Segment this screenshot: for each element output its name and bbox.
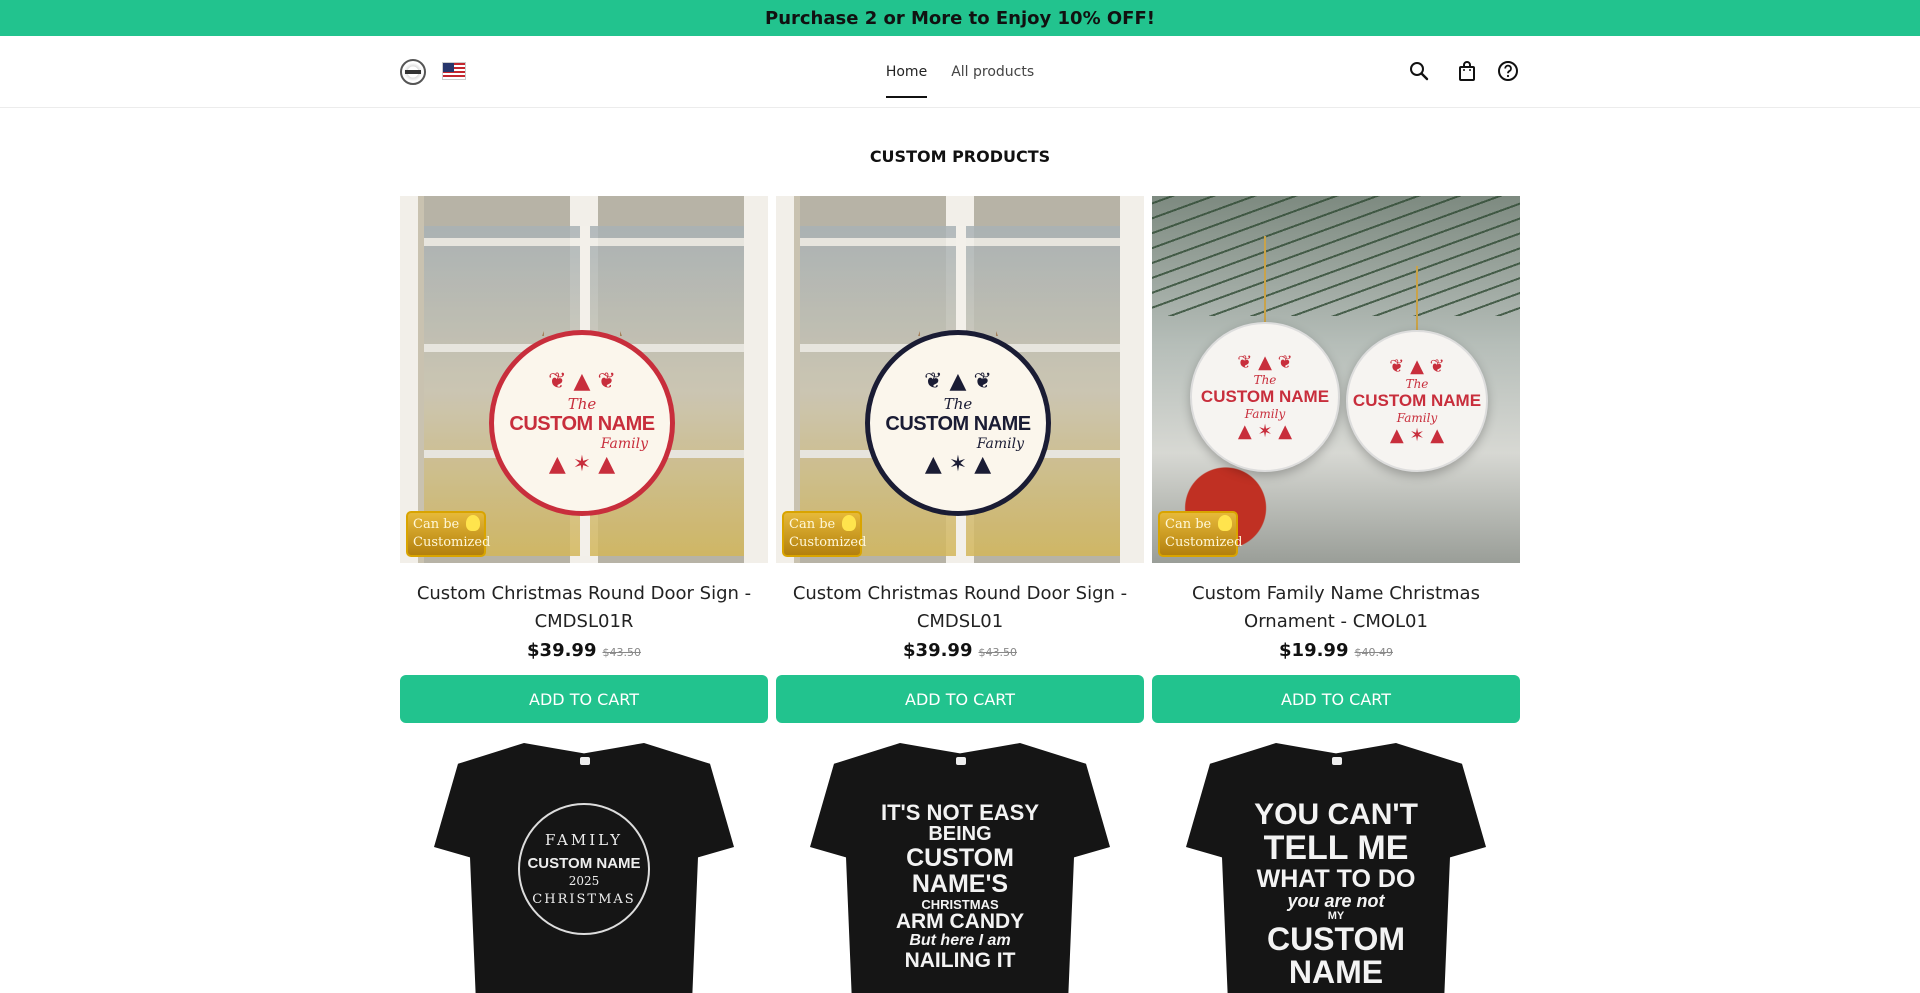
print-text: YOU CAN'T <box>1254 798 1418 831</box>
lightbulb-icon <box>842 515 856 531</box>
print-text: 2025 <box>568 874 600 888</box>
art-name-text: CUSTOM NAME <box>1352 391 1482 410</box>
print-text: CHRISTMAS <box>921 896 999 912</box>
sale-price: $39.99 <box>527 640 597 661</box>
art-text: The <box>943 394 973 413</box>
reindeer-tree-decoration: ❦ ▲ ❦ <box>924 368 992 394</box>
art-text: The <box>1405 377 1429 391</box>
tree-decoration: ▲ ✶ ▲ <box>1237 421 1293 442</box>
badge-text: Customized <box>789 535 867 550</box>
print-text: BEING <box>928 823 992 846</box>
door-sign-art: ❦ ▲ ❦ The CUSTOM NAME Family ▲ ✶ ▲ <box>489 330 675 516</box>
product-title[interactable]: Custom Family Name Christmas Ornament - … <box>1152 580 1520 636</box>
rope-hanger <box>542 236 622 336</box>
print-text: you are not <box>1287 891 1385 912</box>
product-grid: ❦ ▲ ❦ The CUSTOM NAME Family ▲ ✶ ▲ Can b… <box>400 196 1520 993</box>
nav-all-products[interactable]: All products <box>951 56 1034 88</box>
product-card: YOU CAN'T TELL ME WHAT TO DO you are not… <box>1152 739 1520 993</box>
rope-hanger <box>918 236 998 336</box>
tree-decoration: ▲ ✶ ▲ <box>548 451 616 477</box>
tshirt-tag <box>580 757 590 765</box>
pine-branch <box>1152 196 1520 316</box>
help-icon[interactable] <box>1497 60 1519 82</box>
print-text: WHAT TO DO <box>1256 865 1416 894</box>
door-sign-art: ❦ ▲ ❦ The CUSTOM NAME Family ▲ ✶ ▲ <box>865 330 1051 516</box>
lightbulb-icon <box>1218 515 1232 531</box>
ornament-art: ❦ ▲ ❦ The CUSTOM NAME Family ▲ ✶ ▲ <box>1346 330 1488 472</box>
art-text: Family <box>976 435 1024 452</box>
product-card: ❦ ▲ ❦ The CUSTOM NAME Family ▲ ✶ ▲ Can b… <box>400 196 768 723</box>
add-to-cart-button[interactable]: ADD TO CART <box>1152 675 1520 723</box>
product-card: IT'S NOT EASY BEING CUSTOM NAME'S CHRIST… <box>776 739 1144 993</box>
tshirt-tag <box>956 757 966 765</box>
section-title: CUSTOM PRODUCTS <box>869 147 1051 166</box>
reindeer-tree-decoration: ❦ ▲ ❦ <box>548 368 616 394</box>
badge-text: Customized <box>413 535 491 550</box>
reindeer-tree-decoration: ❦ ▲ ❦ <box>1237 352 1293 373</box>
product-price: $19.99 $40.49 <box>1152 637 1520 665</box>
tshirt-print: YOU CAN'T TELL ME WHAT TO DO you are not… <box>1236 799 1436 990</box>
art-text: Family <box>1396 411 1438 425</box>
announcement-text: Purchase 2 or More to Enjoy 10% OFF! <box>765 7 1155 29</box>
art-text: Family <box>600 435 648 452</box>
sale-price: $39.99 <box>903 640 973 661</box>
tree-decoration: ▲ ✶ ▲ <box>1389 425 1445 446</box>
print-text: ARM CANDY <box>895 910 1025 934</box>
product-title[interactable]: Custom Christmas Round Door Sign - CMDSL… <box>400 580 768 636</box>
art-name-text: CUSTOM NAME <box>509 412 655 435</box>
art-text: The <box>567 394 597 413</box>
site-header: Home All products <box>0 36 1920 108</box>
product-image[interactable]: YOU CAN'T TELL ME WHAT TO DO you are not… <box>1152 739 1520 993</box>
art-text: Family <box>1244 407 1286 421</box>
main-nav: Home All products <box>0 36 1920 108</box>
badge-text: Customized <box>1165 535 1243 550</box>
ornament-string <box>1264 236 1266 324</box>
header-icons <box>1408 60 1519 82</box>
ornament-art: ❦ ▲ ❦ The CUSTOM NAME Family ▲ ✶ ▲ <box>1190 322 1340 472</box>
ornament-string <box>1416 266 1418 332</box>
customizable-badge: Can be Customized <box>782 511 867 557</box>
product-image[interactable]: IT'S NOT EASY BEING CUSTOM NAME'S CHRIST… <box>776 739 1144 993</box>
product-card: FAMILY CUSTOM NAME 2025 CHRISTMAS <box>400 739 768 993</box>
customizable-badge: Can be Customized <box>1158 511 1243 557</box>
customizable-badge: Can be Customized <box>406 511 491 557</box>
product-price: $39.99 $43.50 <box>776 637 1144 665</box>
print-text: IT'S NOT EASY <box>880 800 1040 825</box>
print-text: NAILING IT <box>904 949 1016 973</box>
product-image[interactable]: FAMILY CUSTOM NAME 2025 CHRISTMAS <box>400 739 768 993</box>
print-text: TELL ME <box>1263 828 1409 867</box>
product-price: $39.99 $43.50 <box>400 637 768 665</box>
print-text: FAMILY <box>544 831 624 849</box>
compare-price: $43.50 <box>978 646 1017 659</box>
tshirt-tag <box>1332 757 1342 765</box>
print-text: CUSTOM NAME'S <box>906 844 1014 899</box>
art-name-text: CUSTOM NAME <box>885 412 1031 435</box>
product-card: ❦ ▲ ❦ The CUSTOM NAME Family ▲ ✶ ▲ ❦ ▲ ❦… <box>1152 196 1520 723</box>
product-image[interactable]: ❦ ▲ ❦ The CUSTOM NAME Family ▲ ✶ ▲ Can b… <box>776 196 1144 563</box>
tree-decoration: ▲ ✶ ▲ <box>924 451 992 477</box>
shopping-bag-icon[interactable] <box>1456 60 1478 82</box>
add-to-cart-button[interactable]: ADD TO CART <box>776 675 1144 723</box>
add-to-cart-button[interactable]: ADD TO CART <box>400 675 768 723</box>
print-text: CHRISTMAS <box>532 892 636 907</box>
compare-price: $43.50 <box>602 646 641 659</box>
reindeer-tree-decoration: ❦ ▲ ❦ <box>1389 356 1445 377</box>
sale-price: $19.99 <box>1279 640 1349 661</box>
search-icon[interactable] <box>1408 60 1430 82</box>
product-image[interactable]: ❦ ▲ ❦ The CUSTOM NAME Family ▲ ✶ ▲ Can b… <box>400 196 768 563</box>
announcement-bar: Purchase 2 or More to Enjoy 10% OFF! <box>0 0 1920 36</box>
art-text: The <box>1253 373 1277 387</box>
product-title[interactable]: Custom Christmas Round Door Sign - CMDSL… <box>776 580 1144 636</box>
product-card: ❦ ▲ ❦ The CUSTOM NAME Family ▲ ✶ ▲ Can b… <box>776 196 1144 723</box>
tshirt-print: FAMILY CUSTOM NAME 2025 CHRISTMAS <box>518 803 650 935</box>
product-image[interactable]: ❦ ▲ ❦ The CUSTOM NAME Family ▲ ✶ ▲ ❦ ▲ ❦… <box>1152 196 1520 563</box>
print-text: CUSTOM NAME <box>527 855 641 872</box>
lightbulb-icon <box>466 515 480 531</box>
nav-home[interactable]: Home <box>885 56 928 98</box>
art-name-text: CUSTOM NAME <box>1200 387 1330 406</box>
tshirt-print: IT'S NOT EASY BEING CUSTOM NAME'S CHRIST… <box>860 801 1060 972</box>
compare-price: $40.49 <box>1354 646 1393 659</box>
print-text: CUSTOM NAME <box>1266 920 1406 991</box>
print-text: But here I am <box>909 932 1011 950</box>
